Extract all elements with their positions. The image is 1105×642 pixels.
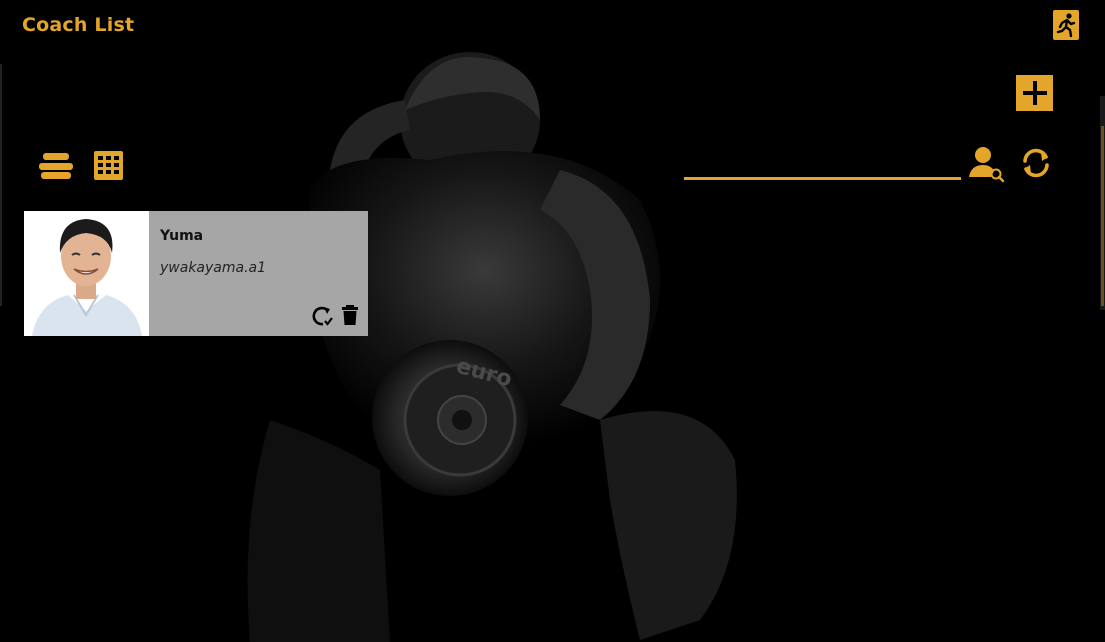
search-input[interactable] xyxy=(684,152,961,180)
search-user-icon xyxy=(969,147,1005,183)
refresh-button[interactable] xyxy=(1019,146,1053,180)
coach-name: Yuma xyxy=(160,228,204,244)
coach-list-screen: euro Coach List Yuma ywakayama.a1 xyxy=(0,0,1105,642)
reset-password-button[interactable] xyxy=(311,305,333,327)
plus-icon xyxy=(1022,81,1047,105)
left-edge-divider xyxy=(0,64,2,306)
running-exit-icon xyxy=(1056,13,1076,38)
page-title: Coach List xyxy=(22,14,135,36)
coach-avatar xyxy=(24,211,149,336)
grid-view-button[interactable] xyxy=(93,150,124,181)
reset-icon xyxy=(312,306,333,326)
delete-coach-button[interactable] xyxy=(340,304,360,326)
add-coach-button[interactable] xyxy=(1016,75,1053,111)
exit-button[interactable] xyxy=(1053,10,1079,40)
list-view-icon xyxy=(39,153,73,179)
search-user-button[interactable] xyxy=(967,145,1007,183)
vertical-scrollbar[interactable] xyxy=(1100,96,1105,310)
coach-card[interactable]: Yuma ywakayama.a1 xyxy=(24,211,368,336)
scrollbar-thumb[interactable] xyxy=(1101,126,1104,306)
refresh-icon xyxy=(1023,148,1049,178)
list-view-button[interactable] xyxy=(38,151,74,181)
coach-photo xyxy=(24,211,149,336)
trash-icon xyxy=(342,305,358,325)
grid-view-icon xyxy=(94,151,123,180)
coach-username: ywakayama.a1 xyxy=(160,260,267,276)
coach-info: Yuma ywakayama.a1 xyxy=(149,211,368,336)
